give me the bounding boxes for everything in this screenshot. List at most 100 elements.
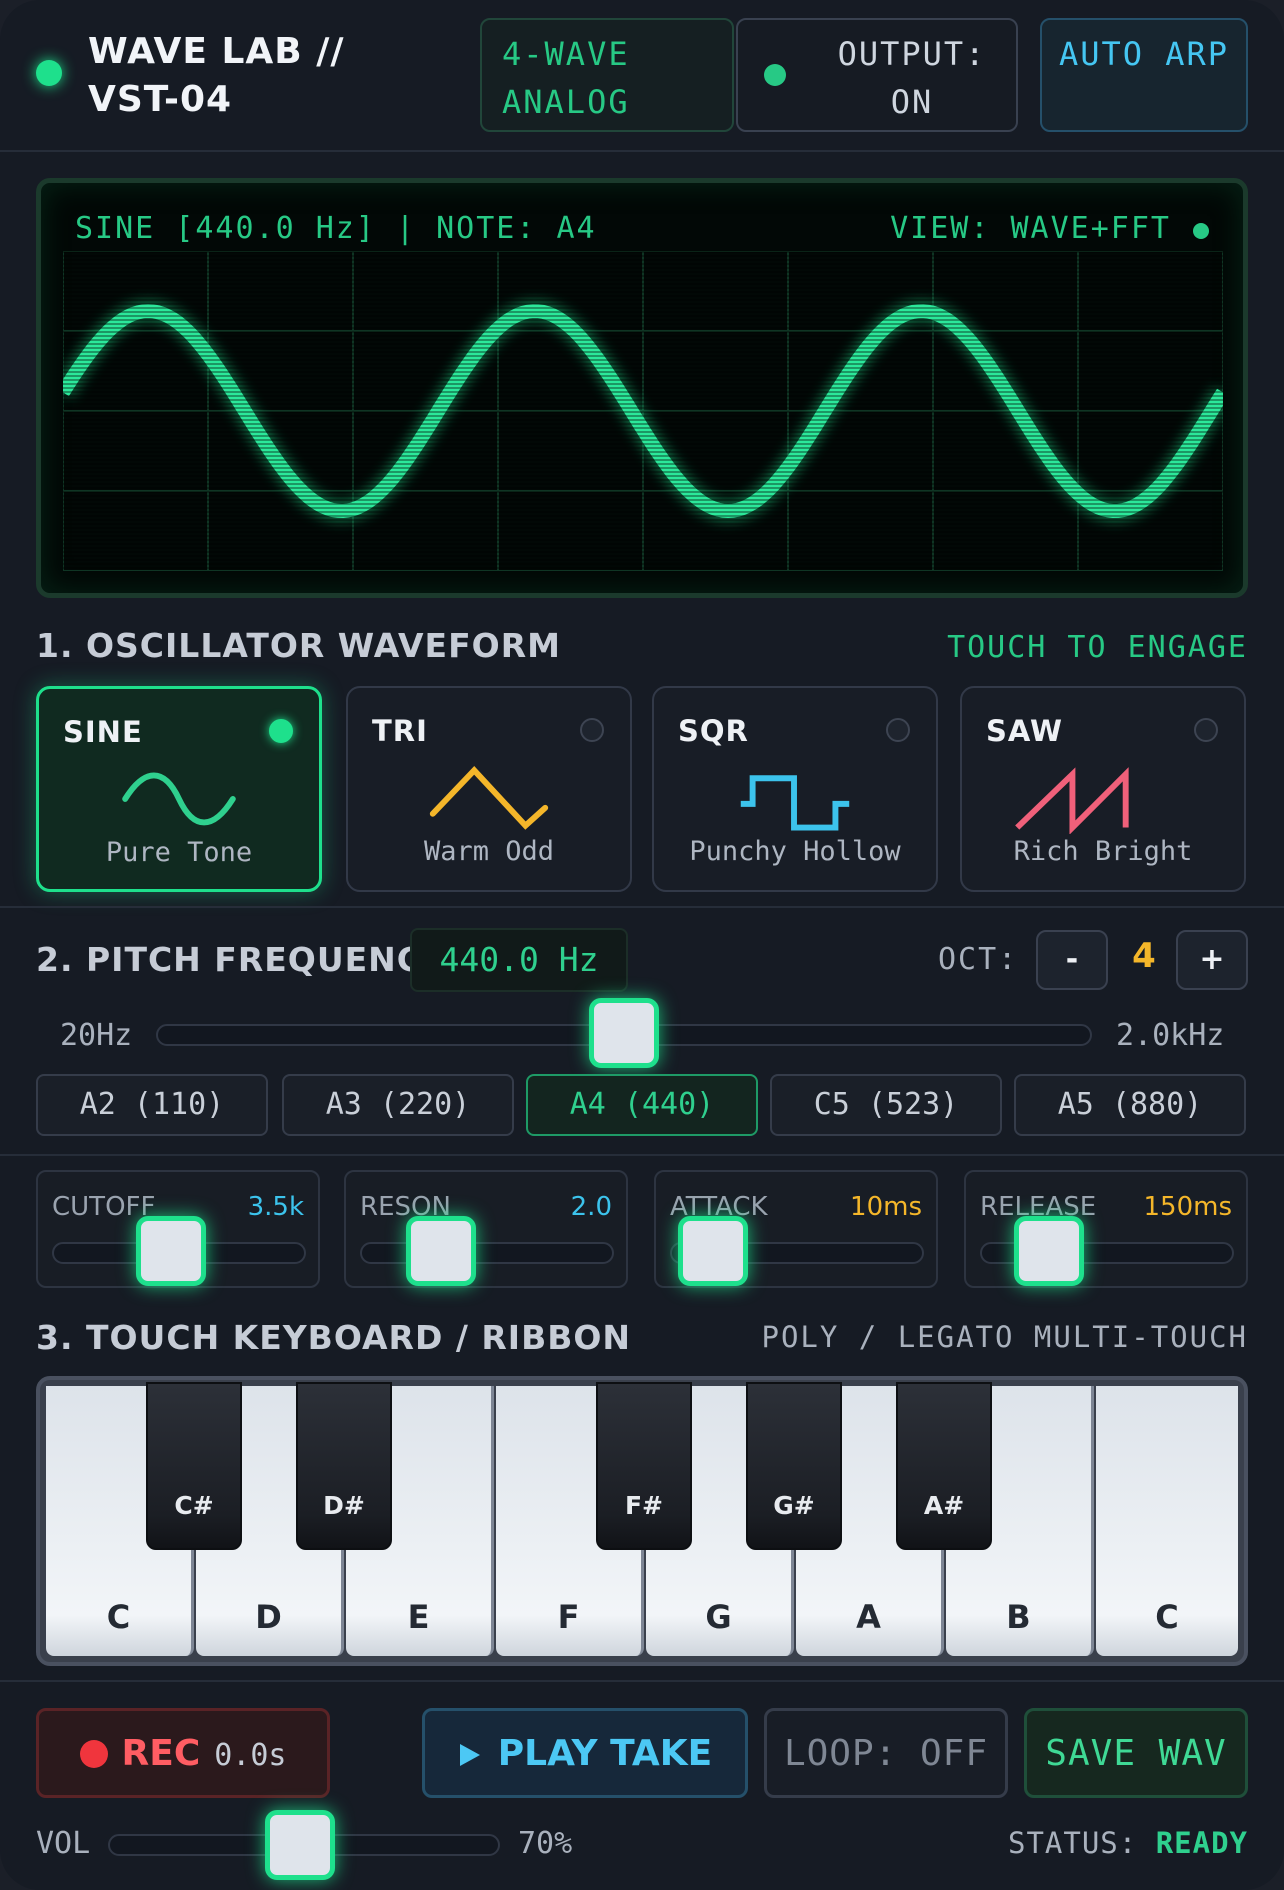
oscillator-hint: TOUCH TO ENGAGE bbox=[947, 630, 1248, 665]
output-led-icon bbox=[764, 64, 786, 86]
engine-button[interactable]: 4-WAVE ANALOG bbox=[480, 18, 734, 132]
pitch-section-title: 2. PITCH FREQUENCY bbox=[36, 940, 447, 979]
octave-label: OCT: bbox=[938, 942, 1019, 977]
save-wav-button[interactable]: SAVE WAV bbox=[1024, 1708, 1248, 1798]
key-label: D bbox=[255, 1598, 282, 1636]
wave-inactive-led-icon bbox=[580, 718, 604, 742]
note-preset-a3[interactable]: A3 (220) bbox=[282, 1074, 514, 1136]
status-label: STATUS: bbox=[1008, 1826, 1138, 1860]
wave-inactive-led-icon bbox=[1194, 718, 1218, 742]
param-slider-thumb[interactable] bbox=[1013, 1216, 1084, 1286]
param-release: RELEASE 150ms bbox=[964, 1170, 1248, 1288]
square-wave-icon bbox=[740, 775, 850, 831]
keyboard-section-title: 3. TOUCH KEYBOARD / RIBBON bbox=[36, 1318, 632, 1357]
wave-card-name: TRI bbox=[372, 714, 428, 748]
wave-card-description: Punchy Hollow bbox=[689, 836, 901, 867]
octave-down-button[interactable]: - bbox=[1036, 930, 1108, 990]
wave-card-description: Warm Odd bbox=[423, 836, 555, 867]
frequency-slider-thumb[interactable] bbox=[589, 998, 659, 1068]
black-key[interactable]: D# bbox=[296, 1382, 392, 1550]
key-label: F bbox=[557, 1598, 580, 1636]
param-resonance: RESON 2.0 bbox=[344, 1170, 628, 1288]
status-value: READY bbox=[1155, 1826, 1248, 1860]
octave-up-button[interactable]: + bbox=[1176, 930, 1248, 990]
black-key[interactable]: C# bbox=[146, 1382, 242, 1550]
play-icon bbox=[459, 1744, 480, 1766]
param-attack: ATTACK 10ms bbox=[654, 1170, 938, 1288]
key-label: A bbox=[856, 1598, 881, 1636]
param-value: 150ms bbox=[1143, 1192, 1233, 1222]
saw-wave-icon bbox=[1015, 767, 1129, 834]
keyboard-mode: POLY / LEGATO MULTI-TOUCH bbox=[761, 1320, 1248, 1354]
wave-card-description: Pure Tone bbox=[105, 837, 253, 868]
param-slider-thumb[interactable] bbox=[678, 1216, 749, 1286]
wave-card-name: SQR bbox=[678, 714, 749, 748]
record-dot-icon bbox=[79, 1740, 108, 1768]
frequency-readout: 440.0 Hz bbox=[410, 928, 628, 992]
param-slider-thumb[interactable] bbox=[136, 1216, 207, 1286]
output-label: OUTPUT: ON bbox=[837, 35, 987, 121]
record-time: 0.0s bbox=[214, 1738, 287, 1773]
play-take-button[interactable]: PLAY TAKE bbox=[422, 1708, 748, 1798]
frequency-max-label: 2.0kHz bbox=[1116, 1018, 1225, 1053]
app-title: WAVE LAB // VST-04 bbox=[88, 31, 345, 120]
scope-status-dot-icon bbox=[1193, 223, 1209, 239]
black-key[interactable]: A# bbox=[896, 1382, 992, 1550]
record-button[interactable]: REC 0.0s bbox=[36, 1708, 330, 1798]
synth-app: WAVE LAB // VST-04 4-WAVE ANALOG OUTPUT:… bbox=[0, 0, 1284, 1890]
param-value: 2.0 bbox=[570, 1192, 612, 1222]
white-key[interactable]: C bbox=[1096, 1386, 1238, 1656]
divider bbox=[0, 1680, 1284, 1682]
note-preset-a5[interactable]: A5 (880) bbox=[1014, 1074, 1246, 1136]
triangle-wave-icon bbox=[429, 766, 549, 830]
note-preset-a2[interactable]: A2 (110) bbox=[36, 1074, 268, 1136]
play-label: PLAY TAKE bbox=[497, 1733, 713, 1774]
output-toggle[interactable]: OUTPUT: ON bbox=[736, 18, 1018, 132]
header: WAVE LAB // VST-04 4-WAVE ANALOG OUTPUT:… bbox=[0, 0, 1284, 152]
key-label: A# bbox=[923, 1491, 965, 1520]
record-label: REC bbox=[121, 1733, 201, 1774]
param-cutoff: CUTOFF 3.5k bbox=[36, 1170, 320, 1288]
sine-wave-icon bbox=[122, 772, 236, 826]
wave-card-square[interactable]: SQR Punchy Hollow bbox=[652, 686, 938, 892]
param-slider-thumb[interactable] bbox=[406, 1216, 477, 1286]
piano-keyboard: C D E F G A B C C# D# F# G# A# bbox=[36, 1376, 1248, 1666]
scope-readout: SINE [440.0 Hz] | NOTE: A4 bbox=[75, 211, 597, 246]
black-key[interactable]: F# bbox=[596, 1382, 692, 1550]
wave-active-led-icon bbox=[269, 719, 293, 743]
note-preset-a4[interactable]: A4 (440) bbox=[526, 1074, 758, 1136]
key-label: C bbox=[1155, 1598, 1179, 1636]
oscillator-section-title: 1. OSCILLATOR WAVEFORM bbox=[36, 626, 561, 665]
scope-view-mode[interactable]: VIEW: WAVE+FFT bbox=[890, 211, 1171, 246]
black-key[interactable]: G# bbox=[746, 1382, 842, 1550]
volume-slider-thumb[interactable] bbox=[265, 1810, 336, 1880]
wave-card-sine[interactable]: SINE Pure Tone bbox=[36, 686, 322, 892]
key-label: C bbox=[106, 1598, 131, 1636]
key-label: G bbox=[705, 1598, 732, 1636]
key-label: F# bbox=[624, 1491, 664, 1520]
key-label: C# bbox=[174, 1491, 214, 1520]
octave-value: 4 bbox=[1132, 936, 1156, 976]
wave-card-name: SAW bbox=[986, 714, 1064, 748]
power-led-icon bbox=[36, 60, 62, 86]
note-preset-c5[interactable]: C5 (523) bbox=[770, 1074, 1002, 1136]
auto-arp-button[interactable]: AUTO ARP bbox=[1040, 18, 1248, 132]
volume-value: 70% bbox=[518, 1826, 573, 1861]
waveform-trace bbox=[63, 251, 1223, 571]
wave-card-name: SINE bbox=[63, 715, 143, 749]
param-value: 3.5k bbox=[247, 1192, 304, 1222]
key-label: E bbox=[407, 1598, 430, 1636]
wave-card-saw[interactable]: SAW Rich Bright bbox=[960, 686, 1246, 892]
frequency-min-label: 20Hz bbox=[60, 1018, 133, 1053]
status-indicator: STATUS: READY bbox=[1008, 1826, 1248, 1860]
loop-toggle[interactable]: LOOP: OFF bbox=[764, 1708, 1008, 1798]
oscilloscope-display: SINE [440.0 Hz] | NOTE: A4 VIEW: WAVE+FF… bbox=[36, 178, 1248, 598]
key-label: B bbox=[1006, 1598, 1031, 1636]
param-value: 10ms bbox=[850, 1192, 922, 1222]
wave-card-triangle[interactable]: TRI Warm Odd bbox=[346, 686, 632, 892]
wave-inactive-led-icon bbox=[886, 718, 910, 742]
divider bbox=[0, 1154, 1284, 1156]
wave-card-description: Rich Bright bbox=[1013, 836, 1193, 867]
volume-label: VOL bbox=[36, 1826, 91, 1861]
param-slider-track[interactable] bbox=[360, 1242, 614, 1264]
